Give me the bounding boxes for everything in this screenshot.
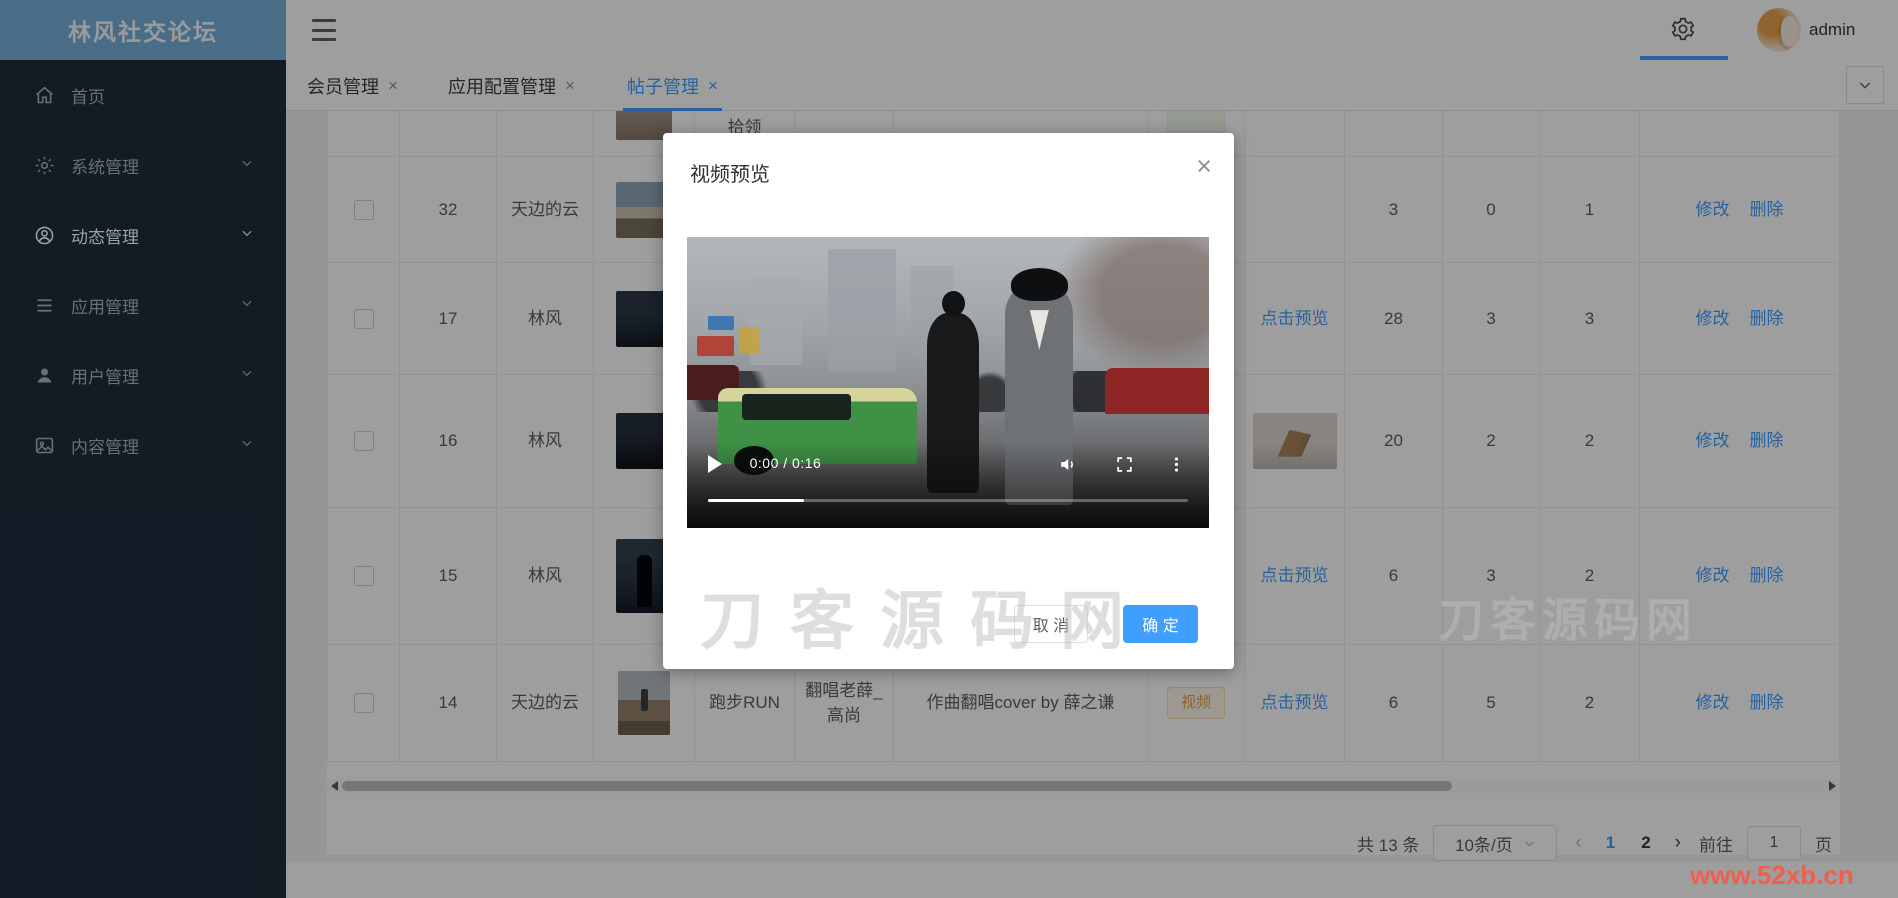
kebab-menu-icon[interactable] [1167,455,1186,479]
fullscreen-icon[interactable] [1115,455,1134,479]
volume-icon[interactable] [1058,455,1077,479]
video-preview-dialog: 视频预览 × 5 0:00 / 0:16 [663,133,1234,669]
close-icon[interactable]: × [1196,153,1212,180]
video-progress-bar[interactable] [708,499,1188,502]
video-player[interactable]: 5 0:00 / 0:16 [687,237,1209,528]
cancel-button[interactable]: 取 消 [1014,605,1088,643]
dialog-title: 视频预览 [690,158,770,187]
play-icon[interactable] [708,455,722,473]
video-frame: 5 [687,237,1209,528]
app-window: 林风社交论坛 首页 系统管理 动态 [0,0,1898,898]
confirm-button[interactable]: 确 定 [1123,605,1198,643]
progress-fill [708,499,804,502]
video-time-label: 0:00 / 0:16 [750,455,822,471]
